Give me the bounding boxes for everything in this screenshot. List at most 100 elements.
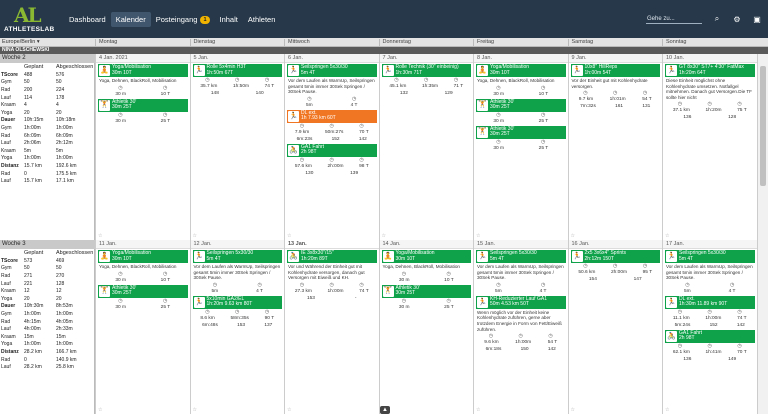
workout-card[interactable]: 🏃 Seilspringen 5x30/30 5m 4T Vor dem Laufen… xyxy=(476,250,566,295)
summary-key: Kraam xyxy=(1,102,16,109)
workout-header[interactable]: 🧘 Yoga/Mobilisation 30m 10T xyxy=(98,250,188,263)
workout-header[interactable]: 🏋 Athletik 30' 30m 25T xyxy=(98,98,188,112)
workout-card[interactable]: 🏋 Athletik 30' 30m 25T ◷ ◷ 30 m 25 T xyxy=(476,125,566,152)
workout-card[interactable]: 🏋 Athletik 30' 30m 25T ◷ ◷ 30 m 25 T xyxy=(381,284,471,311)
workout-card[interactable]: 🧘 Yoga/Mobilisation 30m 10T Yoga, Dehnen, B… xyxy=(476,64,566,98)
nav-dashboard[interactable]: Dashboard xyxy=(64,12,111,27)
workout-card[interactable]: 🏃 Seilspringen 5x30/30 5m 4T Vor dem Laufen… xyxy=(665,250,755,295)
favorite-star-icon[interactable]: ☆ xyxy=(571,233,575,239)
workout-card[interactable]: 🧘 Yoga/Mobilisation 30m 10T Yoga, Dehnen, B… xyxy=(98,250,188,284)
favorite-star-icon[interactable]: ☆ xyxy=(193,407,197,413)
day-cell[interactable]: 15 Jan. 🏃 Seilspringen 5x30/30 5m 4T Vor dem… xyxy=(473,240,568,414)
workout-header[interactable]: 🏋 Athletik 30' 30m 25T xyxy=(98,284,188,298)
favorite-star-icon[interactable]: ☆ xyxy=(665,407,669,413)
workout-header[interactable]: 🏃 DL ext. 1h:30m 11.89 km 90T xyxy=(665,295,755,309)
workout-card[interactable]: 🏃 DL ext. 1h 7.93 km 60T ◷ ◷ ◷ 7.9 km 50m:27s 70… xyxy=(287,109,377,143)
nav-inhalt[interactable]: Inhalt xyxy=(215,12,243,27)
favorite-star-icon[interactable]: ☆ xyxy=(287,233,291,239)
day-cell[interactable]: 5 Jan. 🏃 Rolle 5x4min H3T 1h:50m 67T ◷ ◷ ◷ 35.7… xyxy=(189,54,284,240)
workout-card[interactable]: 🏃 GT 8x30" ST7+ 4'30" FatMax 1h:20m 64T Die… xyxy=(665,64,755,121)
workout-header[interactable]: 🏃 Seilspringen 5x30/30 5m 4T xyxy=(476,250,566,263)
calendar-icon[interactable]: ▣ xyxy=(752,14,762,24)
favorite-star-icon[interactable]: ☆ xyxy=(193,233,197,239)
workout-header[interactable]: 🏋 Athletik 30' 30m 25T xyxy=(476,125,566,139)
workout-header[interactable]: 🧘 Yoga/Mobilisation 30m 10T xyxy=(381,250,471,263)
favorite-star-icon[interactable]: ☆ xyxy=(382,233,386,239)
workout-header[interactable]: 🏋 Athletik 30' 30m 25T xyxy=(381,284,471,298)
workout-card[interactable]: 🏃 Seilspringen 5x30/30 5m 4T Vor dem Laufen… xyxy=(287,64,377,109)
workout-header[interactable]: 🏃 2x5 3x6x4" Sprints 2h:12m 150T xyxy=(570,250,660,263)
workout-header[interactable]: 🚴 IE 3x8x30"/15" 1h:20m 89T xyxy=(287,250,377,263)
athleteslab-logo[interactable]: AL ATHLETESLAB xyxy=(4,3,60,35)
favorite-star-icon[interactable]: ☆ xyxy=(98,233,102,239)
workout-header[interactable]: 🧘 Yoga/Mobilisation 30m 10T xyxy=(98,64,188,77)
workout-header[interactable]: 🚴 GA1 Fahrt 2h 98T xyxy=(287,143,377,157)
workout-card[interactable]: 🚴 GA1 Fahrt 2h 98T ◷ ◷ ◷ 62.1 km 1h:41m 70 T 136 1… xyxy=(665,329,755,363)
favorite-star-icon[interactable]: ☆ xyxy=(98,407,102,413)
timezone-select[interactable]: Europe/Berlin ▾ xyxy=(2,39,40,45)
favorite-star-icon[interactable]: ☆ xyxy=(571,407,575,413)
workout-header[interactable]: 🏃 GT 8x30" ST7+ 4'30" FatMax 1h:20m 64T xyxy=(665,64,755,77)
day-cell[interactable]: 12 Jan. 🏃 Seilspringen 5x30/30 5m 4T Vor dem… xyxy=(189,240,284,414)
week-header[interactable]: Woche 3 xyxy=(0,240,95,249)
workout-card[interactable]: 🏃 KH-Reduzierter Lauf GA1 50m 4.53 km 50T W… xyxy=(476,295,566,353)
distance-icon: ◷ xyxy=(518,333,523,340)
day-cell[interactable]: 17 Jan. 🏃 Seilspringen 5x30/30 5m 4T Vor dem… xyxy=(662,240,757,414)
scrollbar-thumb[interactable] xyxy=(760,66,766,186)
workout-header[interactable]: 🏃 Seilspringen 5x30/30 5m 4T xyxy=(287,64,377,77)
settings-icon[interactable]: ⚙ xyxy=(732,14,742,24)
workout-header[interactable]: 🏃 Rolle 5x4min H3T 1h:50m 67T xyxy=(192,64,282,77)
day-cell[interactable]: 6 Jan. 🏃 Seilspringen 5x30/30 5m 4T Vor dem … xyxy=(284,54,379,240)
day-cell[interactable]: 14 Jan. 🧘 Yoga/Mobilisation 30m 10T Yoga, De… xyxy=(378,240,473,414)
workout-header[interactable]: 🏃 KH-Reduzierter Lauf GA1 50m 4.53 km 50T xyxy=(476,295,566,309)
vertical-scrollbar[interactable] xyxy=(757,54,768,414)
workout-header[interactable]: 🏃 Seilspringen 5x30/30 5m 4T xyxy=(665,250,755,263)
workout-card[interactable]: 🏃 DL ext. 1h:30m 11.89 km 90T ◷ ◷ ◷ 11.1 km 1h:… xyxy=(665,295,755,329)
workout-card[interactable]: 🏃 2x5 3x6x4" Sprints 2h:12m 150T ◷ ◷ ◷ 50.6 km… xyxy=(570,250,660,283)
summary-row: Rad 0 140.9 km xyxy=(0,356,94,364)
workout-card[interactable]: 🚴 IE 3x8x30"/15" 1h:20m 89T Vor und Während… xyxy=(287,250,377,302)
favorite-star-icon[interactable]: ☆ xyxy=(665,233,669,239)
search-icon[interactable]: ⌕ xyxy=(712,14,722,24)
day-cell[interactable]: 11 Jan. 🧘 Yoga/Mobilisation 30m 10T Yoga, De… xyxy=(95,240,190,414)
workout-card[interactable]: 🏃 Seilspringen 5x30/30 5m 4T Vor dem Laufen… xyxy=(192,250,282,295)
week-header[interactable]: Woche 2 xyxy=(0,54,95,63)
day-cell[interactable]: 7 Jan. 🏃 Rolle Technik (30" einbeinig) 1h:3… xyxy=(378,54,473,240)
day-cell[interactable]: 8 Jan. 🧘 Yoga/Mobilisation 30m 10T Yoga, Deh… xyxy=(473,54,568,240)
nav-kalender[interactable]: Kalender xyxy=(110,12,151,27)
workout-header[interactable]: 🏋 Athletik 30' 30m 25T xyxy=(476,98,566,112)
workout-card[interactable]: 🏃 Rolle 5x4min H3T 1h:50m 67T ◷ ◷ ◷ 35.7 km 1h:… xyxy=(192,64,282,97)
workout-card[interactable]: 🏃 5x10min GA2/EL 1h:20m 9.63 km 80T ◷ ◷ ◷ 8.6 … xyxy=(192,295,282,329)
workout-card[interactable]: 🚴 GA1 Fahrt 2h 98T ◷ ◷ ◷ 57.6 km 2h:00m 98 T 130 1… xyxy=(287,143,377,177)
goto-search-input[interactable]: Gehe zu... xyxy=(646,15,702,24)
day-cell[interactable]: 9 Jan. 🏃 10x8'' HillReps 1h:00m 54T Vor der … xyxy=(567,54,662,240)
workout-card[interactable]: 🏃 10x8'' HillReps 1h:00m 54T Vor der Einhei… xyxy=(570,64,660,110)
day-cell[interactable]: 16 Jan. 🏃 2x5 3x6x4" Sprints 2h:12m 150T ◷ ◷ ◷… xyxy=(567,240,662,414)
favorite-star-icon[interactable]: ☆ xyxy=(476,407,480,413)
favorite-star-icon[interactable]: ☆ xyxy=(287,407,291,413)
workout-card[interactable]: 🏃 Rolle Technik (30" einbeinig) 1h:30m 71T… xyxy=(381,64,471,97)
scroll-up-arrow-icon[interactable]: ▲ xyxy=(380,406,390,414)
day-cell[interactable]: 13 Jan. 🚴 IE 3x8x30"/15" 1h:20m 89T Vor und … xyxy=(284,240,379,414)
workout-header[interactable]: 🏃 5x10min GA2/EL 1h:20m 9.63 km 80T xyxy=(192,295,282,309)
workout-header[interactable]: 🏃 Rolle Technik (30" einbeinig) 1h:30m 71T xyxy=(381,64,471,77)
summary-planned: 488 xyxy=(24,71,33,78)
workout-header[interactable]: 🏃 DL ext. 1h 7.93 km 60T xyxy=(287,109,377,123)
day-cell[interactable]: 4 Jan. 2021 🧘 Yoga/Mobilisation 30m 10T Yoga… xyxy=(95,54,190,240)
workout-card[interactable]: 🏋 Athletik 30' 30m 25T ◷ ◷ 30 m 25 T xyxy=(98,284,188,311)
workout-card[interactable]: 🏋 Athletik 30' 30m 25T ◷ ◷ 30 m 25 T xyxy=(476,98,566,125)
workout-card[interactable]: 🧘 Yoga/Mobilisation 30m 10T Yoga, Dehnen, B… xyxy=(381,250,471,284)
workout-header[interactable]: 🏃 10x8'' HillReps 1h:00m 54T xyxy=(570,64,660,77)
workout-card[interactable]: 🧘 Yoga/Mobilisation 30m 10T Yoga, Dehnen, B… xyxy=(98,64,188,98)
favorite-star-icon[interactable]: ☆ xyxy=(476,233,480,239)
workout-header[interactable]: 🚴 GA1 Fahrt 2h 98T xyxy=(665,329,755,343)
clock-icon: ◷ xyxy=(496,281,501,288)
day-cell[interactable]: 10 Jan. 🏃 GT 8x30" ST7+ 4'30" FatMax 1h:20m… xyxy=(662,54,757,240)
nav-athleten[interactable]: Athleten xyxy=(243,12,281,27)
workout-card[interactable]: 🏋 Athletik 30' 30m 25T ◷ ◷ 30 m 25 T xyxy=(98,98,188,125)
nav-label: Inhalt xyxy=(219,15,238,24)
day-date-label: 7 Jan. xyxy=(379,54,473,63)
workout-header[interactable]: 🧘 Yoga/Mobilisation 30m 10T xyxy=(476,64,566,77)
workout-header[interactable]: 🏃 Seilspringen 5x30/30 5m 4T xyxy=(192,250,282,263)
nav-posteingang[interactable]: Posteingang 1 xyxy=(151,12,215,27)
